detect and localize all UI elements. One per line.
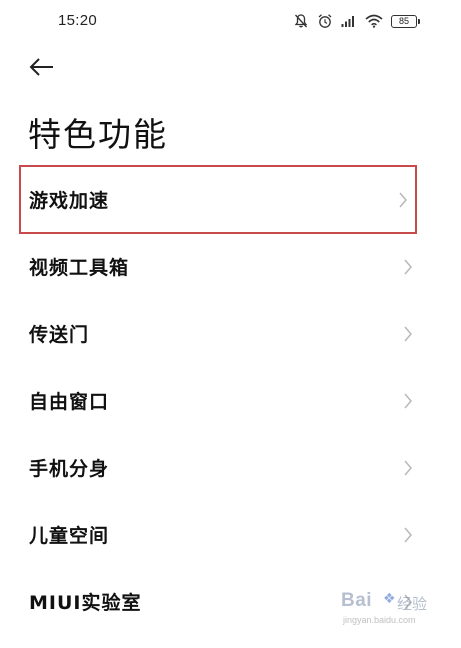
list-item-label: 视频工具箱 <box>29 257 130 279</box>
list-item-label: 游戏加速 <box>29 190 110 212</box>
chevron-right-icon <box>404 393 412 408</box>
chevron-right-icon <box>399 192 407 207</box>
status-time: 15:20 <box>58 12 98 29</box>
list-item-game-turbo[interactable]: 游戏加速 <box>19 165 417 234</box>
back-button[interactable] <box>28 56 62 82</box>
chevron-right-icon <box>404 460 412 475</box>
chevron-right-icon <box>404 326 412 341</box>
notifications-off-icon <box>293 13 309 29</box>
feature-list: 游戏加速 视频工具箱 传送门 自由窗口 手机分身 儿童空间 MIUI实验室 <box>0 165 461 635</box>
watermark-logo: Bai <box>341 590 373 611</box>
list-item-label: MIUI实验室 <box>29 592 142 614</box>
page-title: 特色功能 <box>28 115 168 154</box>
list-item-label: 自由窗口 <box>29 391 110 413</box>
list-item-label: 传送门 <box>29 324 90 346</box>
watermark-url: jingyan.baidu.com <box>343 615 416 625</box>
chevron-right-icon <box>404 259 412 274</box>
alarm-icon <box>317 13 333 29</box>
list-item-portal[interactable]: 传送门 <box>0 300 461 367</box>
list-item-free-window[interactable]: 自由窗口 <box>0 367 461 434</box>
status-bar: 15:20 85 <box>0 0 461 44</box>
list-item-second-space[interactable]: 手机分身 <box>0 434 461 501</box>
chevron-right-icon <box>404 527 412 542</box>
baidu-watermark: Bai ❖ 经验 jingyan.baidu.com <box>341 590 433 634</box>
list-item-video-toolbox[interactable]: 视频工具箱 <box>0 233 461 300</box>
arrow-left-icon <box>28 57 56 81</box>
signal-icon <box>341 14 357 28</box>
list-item-label: 儿童空间 <box>29 525 110 547</box>
wifi-icon <box>365 14 383 28</box>
watermark-suffix: 经验 <box>397 595 428 613</box>
battery-level: 85 <box>398 15 409 26</box>
list-item-label: 手机分身 <box>29 458 110 480</box>
battery-icon: 85 <box>391 14 420 28</box>
paw-icon: ❖ <box>383 591 396 607</box>
list-item-kid-space[interactable]: 儿童空间 <box>0 501 461 568</box>
status-icons: 85 <box>293 11 420 31</box>
